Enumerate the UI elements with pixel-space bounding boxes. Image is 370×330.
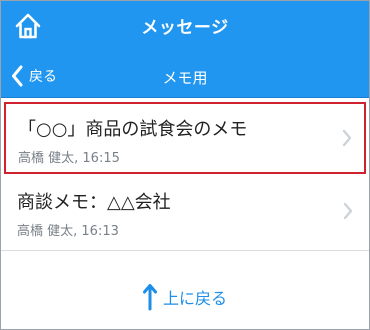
message-meta: 高橋 健太, 16:13 (17, 224, 119, 239)
back-to-top-link[interactable]: 上に戻る (1, 281, 369, 313)
back-to-top-label: 上に戻る (162, 289, 227, 308)
message-item-selected[interactable]: 「○○」商品の試食会のメモ 高橋 健太, 16:15 (4, 102, 366, 174)
message-title: 「○○」商品の試食会のメモ (18, 119, 248, 140)
arrow-up-icon (142, 284, 157, 311)
header-bar: メッセージ 戻る メモ用 (1, 1, 369, 98)
chevron-right-icon (342, 129, 352, 147)
folder-title: メモ用 (162, 69, 208, 87)
chevron-right-icon (343, 202, 353, 220)
app-title: メッセージ (141, 18, 229, 38)
message-meta: 高橋 健太, 16:15 (18, 151, 120, 166)
message-list: 「○○」商品の試食会のメモ 高橋 健太, 16:15 商談メモ：△△会社 高橋 … (1, 99, 369, 251)
app-frame: メッセージ 戻る メモ用 「○○」商品の試食会のメモ 高橋 健太, 16:15 … (0, 0, 370, 330)
message-item[interactable]: 商談メモ：△△会社 高橋 健太, 16:13 (1, 174, 369, 251)
message-title: 商談メモ：△△会社 (17, 192, 171, 213)
